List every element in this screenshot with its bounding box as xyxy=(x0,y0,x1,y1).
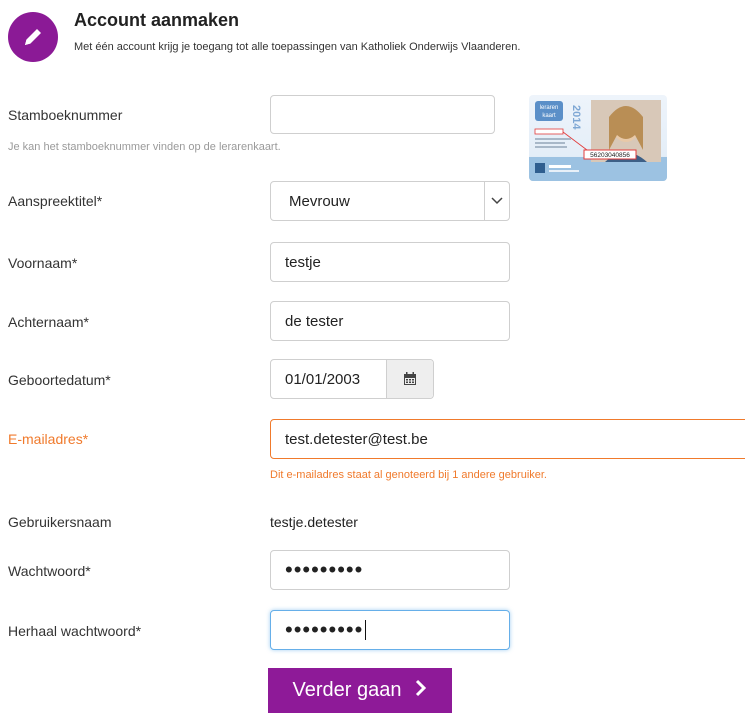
voornaam-input[interactable]: testje xyxy=(270,242,510,282)
gebruikersnaam-value: testje.detester xyxy=(270,514,358,530)
text-caret xyxy=(365,620,367,640)
card-brand-1: leraren xyxy=(540,105,559,111)
achternaam-input[interactable]: de tester xyxy=(270,301,510,341)
geboortedatum-input[interactable]: 01/01/2003 xyxy=(270,359,434,399)
page-title: Account aanmaken xyxy=(74,10,240,30)
card-brand-2: kaart xyxy=(542,113,556,119)
email-error-message: Dit e-mailadres staat al genoteerd bij 1… xyxy=(270,469,547,481)
stamboeknummer-label: Stamboeknummer xyxy=(8,107,123,123)
aanspreektitel-value: Mevrouw xyxy=(289,192,350,210)
wachtwoord-value: ••••••••• xyxy=(285,557,364,582)
chevron-right-icon xyxy=(415,679,427,703)
herhaal-wachtwoord-value: ••••••••• xyxy=(285,617,364,642)
aanspreektitel-label: Aanspreektitel* xyxy=(8,193,103,209)
stamboeknummer-input[interactable] xyxy=(270,95,495,134)
stamboeknummer-hint: Je kan het stamboeknummer vinden op de l… xyxy=(8,141,281,153)
pencil-icon xyxy=(8,12,58,62)
email-input[interactable]: test.detester@test.be xyxy=(270,419,745,459)
herhaal-wachtwoord-label: Herhaal wachtwoord* xyxy=(8,623,142,639)
verder-gaan-button[interactable]: Verder gaan xyxy=(268,668,452,713)
wachtwoord-input[interactable]: ••••••••• xyxy=(270,550,510,590)
chevron-down-icon[interactable] xyxy=(484,182,509,220)
achternaam-label: Achternaam* xyxy=(8,314,89,330)
page-subtitle: Met één account krijg je toegang tot all… xyxy=(74,41,521,53)
card-year: 2014 xyxy=(570,105,582,130)
calendar-icon[interactable] xyxy=(386,360,433,398)
card-number: 56203040856 xyxy=(590,152,630,159)
wachtwoord-label: Wachtwoord* xyxy=(8,563,91,579)
geboortedatum-value: 01/01/2003 xyxy=(285,370,361,388)
lerarenkaart-image: leraren kaart 2014 56203040856 xyxy=(529,95,667,181)
verder-gaan-label: Verder gaan xyxy=(292,679,402,701)
geboortedatum-label: Geboortedatum* xyxy=(8,372,111,388)
email-label: E-mailadres* xyxy=(8,431,89,447)
voornaam-label: Voornaam* xyxy=(8,255,78,271)
herhaal-wachtwoord-input[interactable]: ••••••••• xyxy=(270,610,510,650)
aanspreektitel-select[interactable]: Mevrouw xyxy=(270,181,510,221)
gebruikersnaam-label: Gebruikersnaam xyxy=(8,514,112,530)
